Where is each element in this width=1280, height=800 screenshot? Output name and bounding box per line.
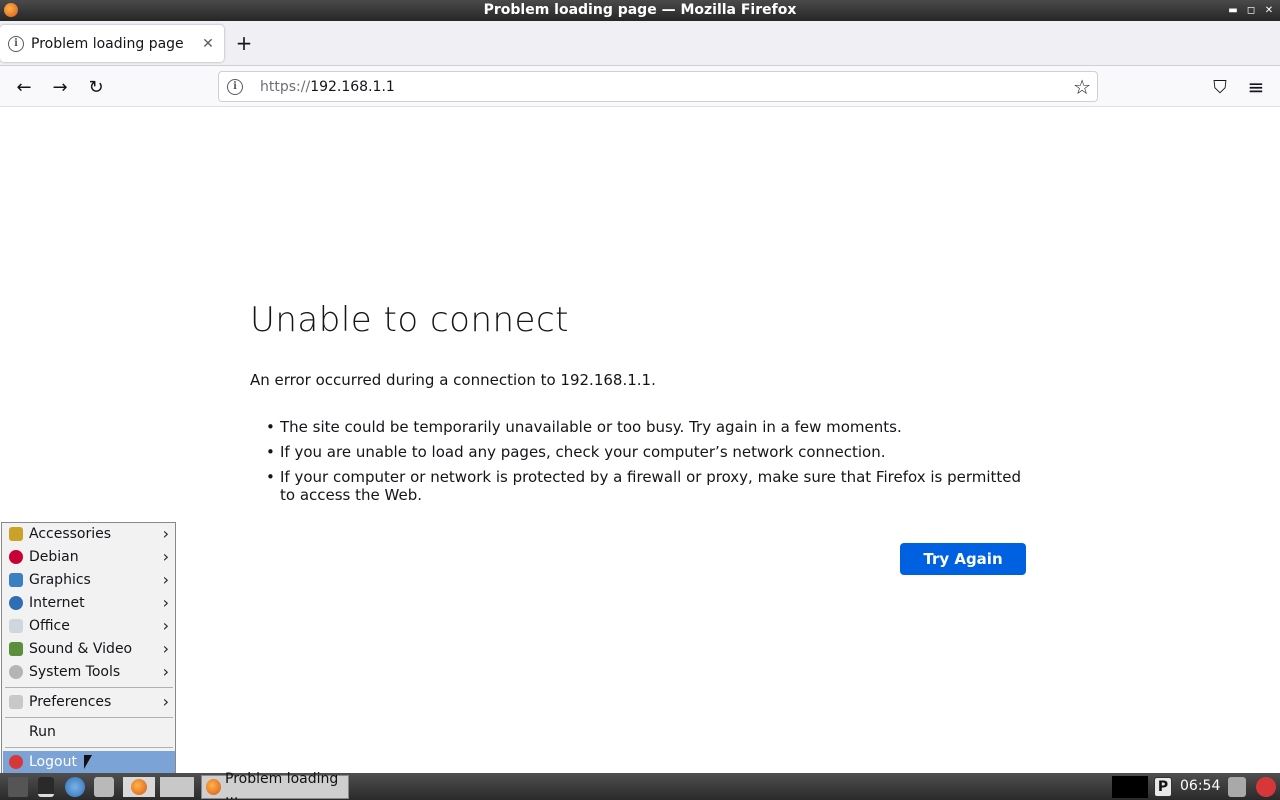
menu-separator [5, 747, 173, 748]
menu-separator [5, 717, 173, 718]
menu-item-label: Preferences [29, 694, 112, 710]
workspace-icon[interactable] [160, 777, 194, 797]
url-host: 192.168.1.1 [310, 78, 395, 95]
sound-video-icon [9, 642, 23, 656]
list-item: The site could be temporarily unavailabl… [266, 418, 1036, 436]
network-icon[interactable] [1228, 777, 1246, 797]
show-desktop-icon[interactable] [38, 777, 54, 797]
chevron-right-icon: › [162, 524, 169, 543]
url-scheme: https:// [260, 78, 311, 95]
power-icon[interactable] [1256, 777, 1276, 797]
preferences-icon [9, 695, 23, 709]
tab-close-icon[interactable]: ✕ [200, 36, 216, 52]
menu-separator [5, 687, 173, 688]
menu-item-label: Debian [29, 549, 79, 565]
debian-icon [9, 550, 23, 564]
window-title: Problem loading page — Mozilla Firefox [483, 2, 797, 18]
file-manager-icon[interactable] [94, 777, 114, 797]
menu-item-label: Accessories [29, 526, 112, 542]
new-tab-button[interactable]: + [234, 33, 254, 53]
chevron-right-icon: › [162, 616, 169, 635]
error-page: Unable to connect An error occurred duri… [0, 107, 1280, 773]
firefox-window-icon[interactable] [4, 3, 18, 17]
url-bar[interactable]: i https:// 192.168.1.1 ☆ [218, 71, 1098, 102]
menu-item-label: Graphics [29, 572, 91, 588]
bookmark-star-icon[interactable]: ☆ [1073, 76, 1091, 98]
tray-area [1112, 776, 1148, 798]
window-controls: ▬ ◻ ✕ [1228, 0, 1274, 21]
menu-item-debian[interactable]: Debian › [3, 546, 175, 568]
menu-item-label: Logout [29, 754, 77, 770]
menu-item-graphics[interactable]: Graphics › [3, 569, 175, 591]
forward-button[interactable]: → [49, 76, 71, 98]
menu-item-accessories[interactable]: Accessories › [3, 523, 175, 545]
list-item: If your computer or network is protected… [266, 468, 1036, 504]
chevron-right-icon: › [162, 639, 169, 658]
taskbar-task-firefox[interactable]: Problem loading ... [201, 771, 349, 800]
menu-item-label: System Tools [29, 664, 121, 680]
menu-item-sound-video[interactable]: Sound & Video › [3, 638, 175, 660]
nav-toolbar: ← → ↻ i https:// 192.168.1.1 ☆ ⛉ ≡ [0, 66, 1280, 107]
web-browser-icon[interactable] [65, 777, 85, 797]
office-icon [9, 619, 23, 633]
graphics-icon [9, 573, 23, 587]
menu-item-label: Internet [29, 595, 85, 611]
list-item: If you are unable to load any pages, che… [266, 443, 1036, 461]
menu-item-preferences[interactable]: Preferences › [3, 691, 175, 713]
system-tools-icon [9, 665, 23, 679]
close-window-button[interactable]: ✕ [1264, 0, 1274, 21]
reload-button[interactable]: ↻ [85, 76, 107, 98]
tab-strip: i Problem loading page ✕ + [0, 21, 1280, 66]
chevron-right-icon: › [162, 662, 169, 681]
error-title: Unable to connect [250, 300, 569, 340]
clock[interactable]: 06:54 [1180, 773, 1220, 800]
menu-item-label: Sound & Video [29, 641, 133, 657]
start-menu: Accessories › Debian › Graphics › Intern… [1, 522, 176, 774]
back-button[interactable]: ← [13, 76, 35, 98]
error-description: An error occurred during a connection to… [250, 371, 656, 389]
menu-item-label: Office [29, 618, 70, 634]
pocket-icon[interactable]: ⛉ [1209, 76, 1231, 98]
internet-icon [9, 596, 23, 610]
start-menu-icon[interactable] [8, 777, 28, 797]
minimize-button[interactable]: ▬ [1228, 0, 1238, 21]
firefox-launcher-icon[interactable] [123, 777, 155, 797]
accessories-icon [9, 527, 23, 541]
try-again-button[interactable]: Try Again [900, 543, 1026, 575]
window-titlebar: Problem loading page — Mozilla Firefox ▬… [0, 0, 1280, 21]
pager-icon[interactable]: P [1154, 777, 1172, 797]
chevron-right-icon: › [162, 570, 169, 589]
menu-item-internet[interactable]: Internet › [3, 592, 175, 614]
logout-icon [9, 755, 23, 769]
error-suggestions: The site could be temporarily unavailabl… [266, 418, 1036, 511]
firefox-icon [206, 779, 222, 795]
tab-title: Problem loading page [31, 35, 184, 52]
hamburger-menu-icon[interactable]: ≡ [1245, 75, 1267, 99]
menu-item-office[interactable]: Office › [3, 615, 175, 637]
mouse-cursor-icon [84, 755, 92, 769]
menu-item-run[interactable]: Run [3, 721, 175, 743]
chevron-right-icon: › [162, 547, 169, 566]
tab-problem-loading[interactable]: i Problem loading page ✕ [0, 25, 224, 62]
info-icon: i [8, 35, 24, 52]
menu-item-system-tools[interactable]: System Tools › [3, 661, 175, 683]
taskbar-task-label: Problem loading ... [225, 771, 339, 800]
maximize-button[interactable]: ◻ [1246, 0, 1256, 21]
taskbar: Problem loading ... P 06:54 [0, 771, 1280, 800]
chevron-right-icon: › [162, 593, 169, 612]
site-info-icon[interactable]: i [227, 78, 243, 95]
chevron-right-icon: › [162, 692, 169, 711]
menu-item-label: Run [29, 724, 56, 740]
